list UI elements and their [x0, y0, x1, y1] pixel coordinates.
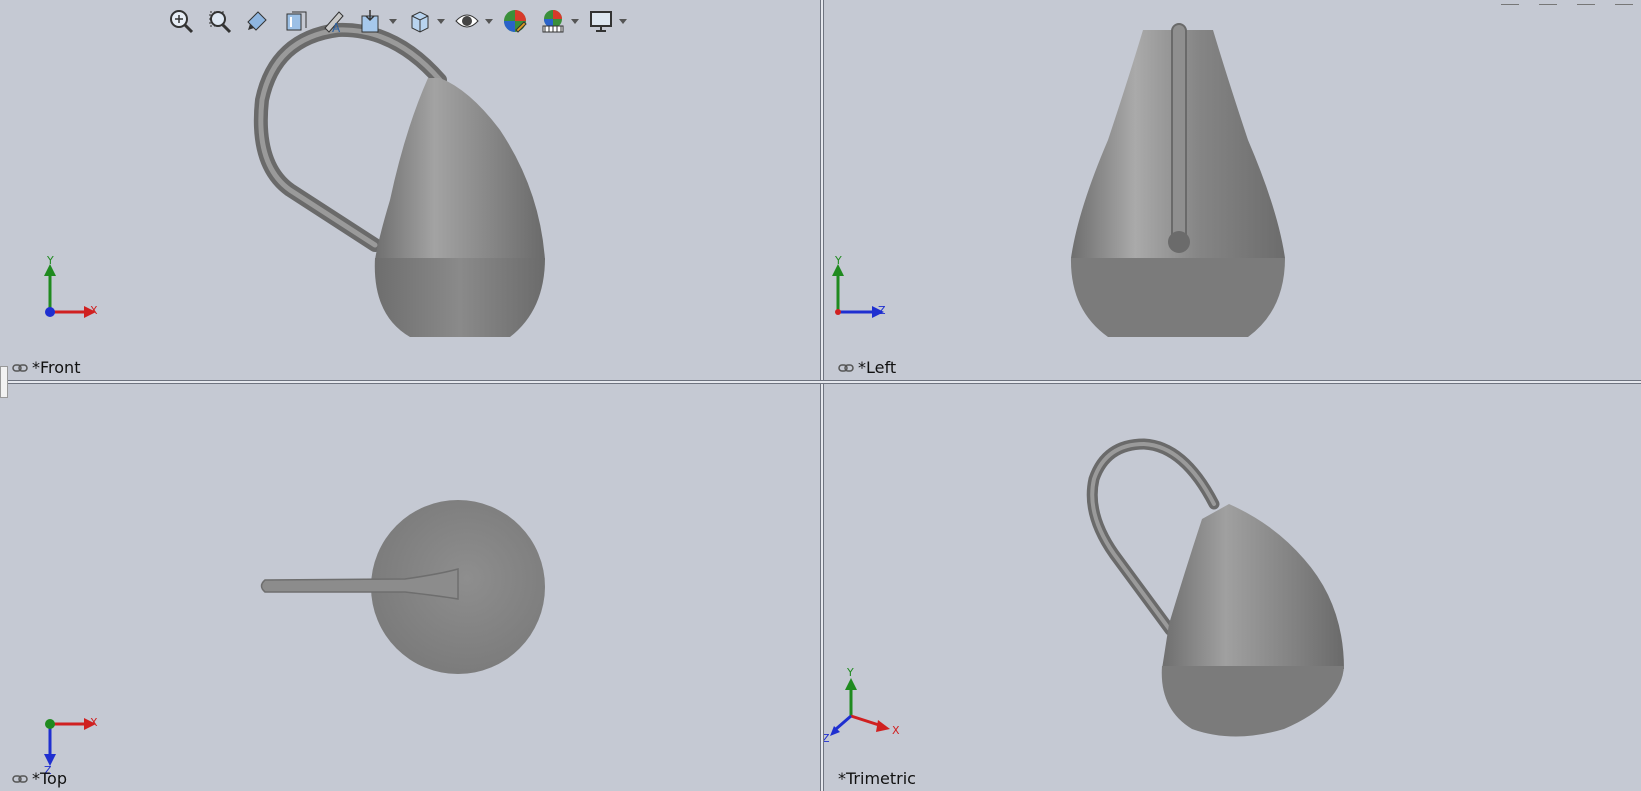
viewport-window-controls	[1501, 0, 1633, 5]
view-orientation-button[interactable]	[355, 5, 387, 37]
viewport-name: *Front	[32, 358, 81, 377]
edit-appearance-button[interactable]	[499, 5, 531, 37]
display-style-dropdown[interactable]	[437, 5, 445, 37]
triad-y-label: Y	[847, 666, 854, 679]
viewport-name: *Top	[32, 769, 67, 788]
viewport-splitter-vertical[interactable]	[820, 0, 824, 791]
triad-z-label: Z	[878, 304, 886, 317]
apply-scene-button[interactable]	[537, 5, 569, 37]
zoom-to-area-icon	[209, 11, 232, 34]
apply-scene-icon	[542, 10, 564, 33]
viewport-trimetric[interactable]: Y X Z *Trimetric	[824, 384, 1641, 791]
viewport-label-left: *Left	[838, 358, 896, 377]
watering-can-top-model[interactable]	[0, 384, 820, 791]
triad-z-label: Z	[824, 732, 830, 745]
display-style-button[interactable]	[403, 5, 435, 37]
watering-can-left-model[interactable]	[824, 0, 1641, 380]
hide-show-items-button[interactable]	[451, 5, 483, 37]
viewport-splitter-horizontal[interactable]	[0, 380, 1641, 384]
view-orientation-dropdown[interactable]	[389, 5, 397, 37]
coordinate-triad-front: Y X	[38, 254, 108, 322]
hide-show-items-dropdown[interactable]	[485, 5, 493, 37]
watering-can-front-model[interactable]	[0, 0, 820, 380]
chevron-down-icon	[485, 18, 493, 24]
watering-can-trimetric-model[interactable]	[824, 384, 1641, 791]
previous-view-icon	[247, 11, 267, 31]
viewport-front[interactable]: Y X *Front	[0, 0, 820, 380]
viewport-name: *Trimetric	[838, 769, 916, 788]
view-orientation-icon	[361, 10, 379, 33]
triad-y-label: Y	[47, 254, 54, 267]
triad-x-label: X	[892, 724, 900, 737]
viewport-name: *Left	[858, 358, 897, 377]
chevron-down-icon	[571, 18, 579, 24]
restore-icon[interactable]	[1577, 0, 1595, 5]
zoom-to-fit-icon	[170, 10, 194, 34]
section-view-button[interactable]	[279, 5, 311, 37]
link-view-icon	[12, 774, 28, 783]
dynamic-annotation-views-button[interactable]: A	[317, 5, 349, 37]
viewport-label-top: *Top	[12, 769, 67, 788]
coordinate-triad-left: Y Z	[826, 254, 896, 322]
viewport-left[interactable]: Y Z *Left	[824, 0, 1641, 380]
section-view-icon	[286, 11, 307, 31]
maximize-icon[interactable]	[1615, 0, 1633, 5]
viewport-label-front: *Front	[12, 358, 80, 377]
triad-x-label: X	[90, 716, 98, 729]
viewport-top[interactable]: X Z *Top	[0, 384, 820, 791]
panel-collapse-handle[interactable]	[0, 366, 8, 398]
zoom-to-fit-button[interactable]	[165, 5, 197, 37]
view-settings-icon	[590, 11, 612, 32]
coordinate-triad-trimetric: Y X Z	[824, 666, 906, 748]
edit-appearance-icon	[504, 10, 527, 33]
chevron-down-icon	[389, 18, 397, 24]
view-settings-dropdown[interactable]	[619, 5, 627, 37]
chevron-down-icon	[437, 18, 445, 24]
coordinate-triad-top: X Z	[38, 712, 108, 777]
zoom-to-area-button[interactable]	[203, 5, 235, 37]
view-settings-button[interactable]	[585, 5, 617, 37]
display-style-icon	[411, 11, 429, 33]
link-view-icon	[838, 363, 854, 372]
dynamic-annotation-views-icon: A	[324, 11, 344, 34]
viewport-label-trimetric: *Trimetric	[838, 769, 916, 788]
svg-text:A: A	[332, 21, 341, 34]
heads-up-view-toolbar: A	[165, 4, 627, 38]
tile-icon[interactable]	[1539, 0, 1557, 5]
chevron-down-icon	[619, 18, 627, 24]
apply-scene-dropdown[interactable]	[571, 5, 579, 37]
triad-y-label: Y	[835, 254, 842, 267]
link-view-icon	[12, 363, 28, 372]
minimize-icon[interactable]	[1501, 0, 1519, 5]
hide-show-items-icon	[455, 14, 479, 28]
previous-view-button[interactable]	[241, 5, 273, 37]
triad-x-label: X	[90, 304, 98, 317]
